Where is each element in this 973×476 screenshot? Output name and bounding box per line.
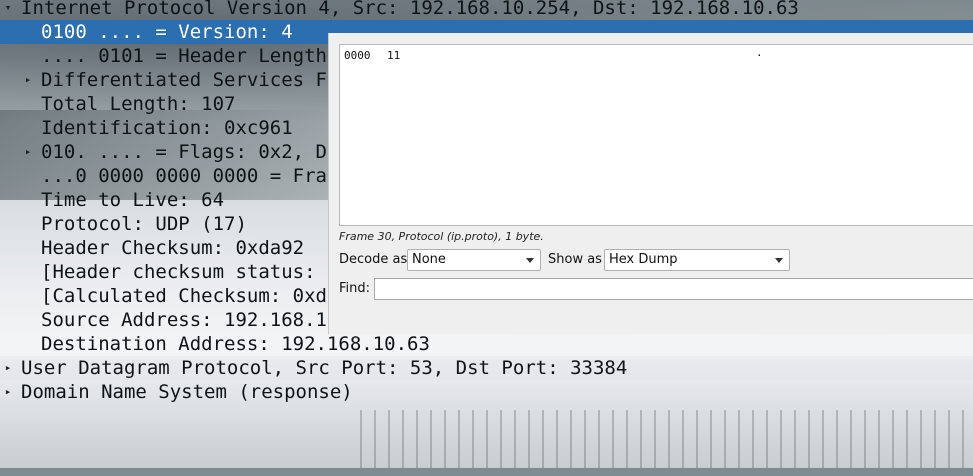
hex-ascii[interactable]: · [756,49,763,62]
chevron-right-icon[interactable]: ▸ [3,356,13,380]
chevron-right-icon[interactable]: ▸ [3,380,13,404]
tree-row-label: Header Checksum: 0xda92 [41,237,305,259]
show-as-value: Hex Dump [609,252,678,267]
hex-dump-pane[interactable]: 0000 11 · [339,44,973,226]
byte-caption: Frame 30, Protocol (ip.proto), 1 byte. [339,230,544,243]
chevron-down-icon [526,258,534,263]
tree-row-label: 0100 .... = Version: 4 [41,21,293,43]
hex-offset: 0000 [344,49,371,62]
tree-row-label: Identification: 0xc961 [41,117,293,139]
chevron-right-icon[interactable]: ▸ [23,140,33,164]
tree-row-label: User Datagram Protocol, Src Port: 53, Ds… [21,357,628,379]
hex-bytes[interactable]: 11 [387,49,400,62]
decode-as-label: Decode as [339,252,408,267]
tree-row-label: Time to Live: 64 [41,189,225,211]
tree-row-label: [Calculated Checksum: 0xda92] [41,285,373,307]
tree-row-destination-address[interactable]: Destination Address: 192.168.10.63 [0,332,973,356]
tree-row-label: Internet Protocol Version 4, Src: 192.16… [21,0,799,19]
chevron-down-icon[interactable]: ▾ [3,0,13,20]
find-input[interactable] [374,278,973,300]
chevron-right-icon[interactable]: ▸ [23,68,33,92]
tree-row-ipv4[interactable]: ▾ Internet Protocol Version 4, Src: 192.… [0,0,973,20]
tree-row-label: Total Length: 107 [41,93,236,115]
hex-row: 0000 11 · [344,49,763,114]
chevron-down-icon [775,258,783,263]
decode-as-select[interactable]: None [407,249,541,271]
tree-row-label: Protocol: UDP (17) [41,213,247,235]
tree-row-label: Destination Address: 192.168.10.63 [41,333,430,355]
show-as-select[interactable]: Hex Dump [604,249,790,271]
tree-row-dns[interactable]: ▸ Domain Name System (response) [0,380,973,404]
decode-as-value: None [412,252,446,267]
tree-row-udp[interactable]: ▸ User Datagram Protocol, Src Port: 53, … [0,356,973,380]
show-packet-bytes-dialog: 0000 11 · Frame 30, Protocol (ip.proto),… [328,33,973,334]
find-label: Find: [339,281,371,296]
tree-row-label: Domain Name System (response) [21,381,353,403]
show-as-label: Show as [548,252,602,267]
